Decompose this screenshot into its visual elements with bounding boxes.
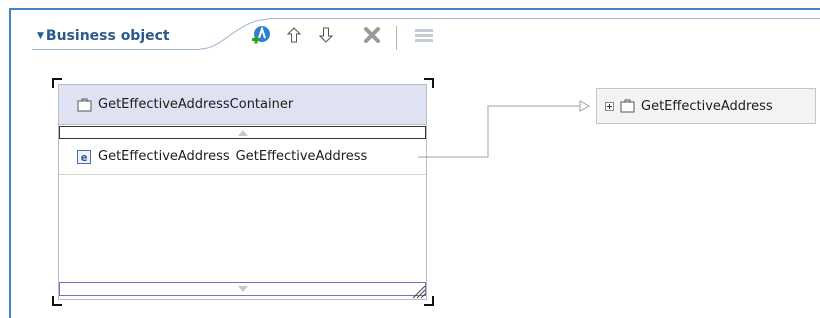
arrow-down-icon bbox=[319, 27, 333, 43]
business-object-icon bbox=[620, 99, 635, 113]
add-object-icon bbox=[252, 25, 270, 44]
scroll-down-button[interactable] bbox=[59, 282, 426, 296]
add-business-object-button[interactable] bbox=[250, 24, 272, 46]
move-down-button[interactable] bbox=[315, 24, 337, 46]
element-icon: e bbox=[77, 149, 91, 164]
container-business-object[interactable]: GetEffectiveAddressContainer e GetEffect… bbox=[58, 84, 427, 300]
field-name: GetEffectiveAddress bbox=[98, 149, 230, 164]
arrow-up-icon bbox=[287, 27, 301, 43]
section-title-label: Business object bbox=[45, 28, 170, 44]
scroll-up-button[interactable] bbox=[59, 126, 426, 139]
toolbar-separator bbox=[396, 26, 397, 50]
list-layout-icon bbox=[415, 29, 433, 42]
expand-plus-icon[interactable] bbox=[605, 101, 614, 111]
target-title: GetEffectiveAddress bbox=[641, 98, 773, 114]
move-up-button[interactable] bbox=[283, 24, 305, 46]
container-title: GetEffectiveAddressContainer bbox=[98, 97, 294, 112]
resize-grip-icon[interactable] bbox=[410, 283, 426, 299]
scroll-up-icon bbox=[237, 129, 248, 136]
triangle-down-icon[interactable]: ▼ bbox=[37, 31, 44, 41]
field-type[interactable]: GetEffectiveAddress bbox=[236, 149, 368, 164]
container-header[interactable]: GetEffectiveAddressContainer bbox=[59, 85, 426, 125]
field-row[interactable]: e GetEffectiveAddress GetEffectiveAddres… bbox=[59, 139, 426, 175]
toolbar-divider-line bbox=[270, 18, 820, 19]
section-tab-underline bbox=[32, 49, 200, 50]
layout-button[interactable] bbox=[413, 24, 435, 46]
target-business-object[interactable]: GetEffectiveAddress bbox=[596, 88, 816, 124]
scroll-down-icon bbox=[237, 286, 248, 292]
delete-button[interactable] bbox=[361, 24, 383, 46]
delete-x-icon bbox=[364, 27, 380, 43]
section-title[interactable]: ▼ Business object bbox=[37, 28, 170, 44]
business-object-icon bbox=[77, 98, 92, 111]
